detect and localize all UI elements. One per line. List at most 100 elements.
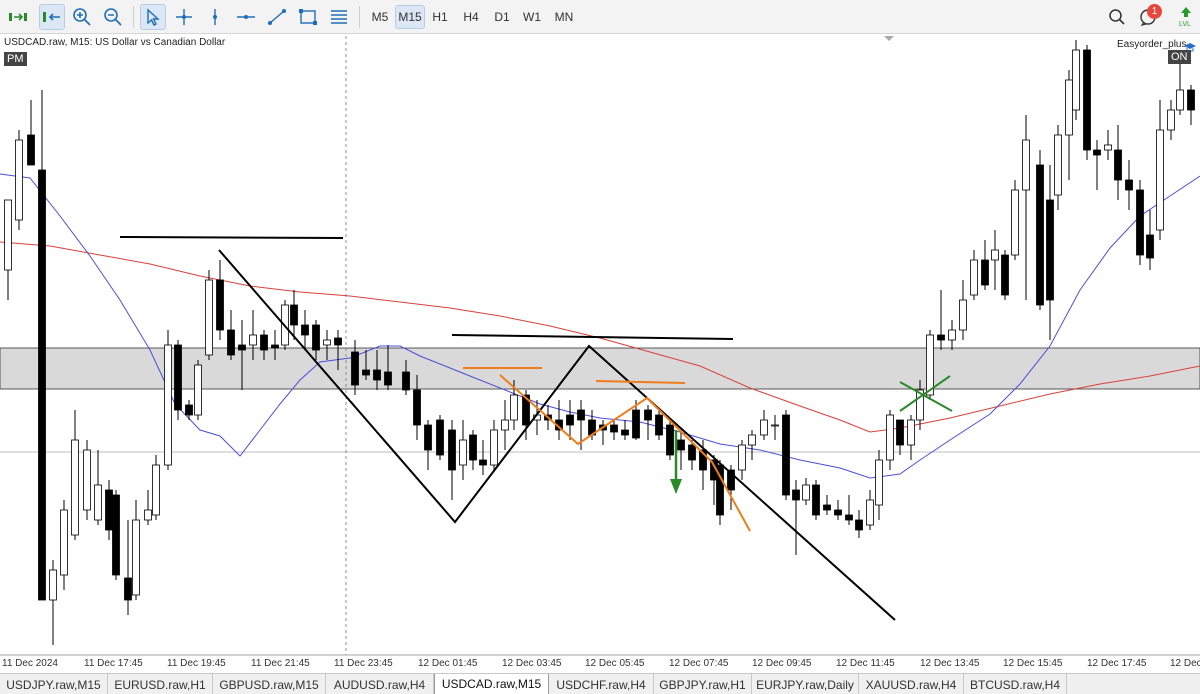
candle-body	[1104, 144, 1112, 151]
candle-body	[510, 394, 518, 421]
chart-tabs: USDJPY.raw,M15 EURUSD.raw,H1 GBPUSD.raw,…	[0, 673, 1200, 694]
zoom-in-icon[interactable]	[69, 4, 95, 30]
crosshair-icon[interactable]	[171, 4, 197, 30]
candle-body	[479, 459, 487, 466]
candle-body	[1167, 109, 1175, 131]
candle-body	[970, 259, 978, 296]
horizontal-line-icon[interactable]	[233, 4, 259, 30]
x-label: 12 Dec 05:45	[585, 658, 645, 669]
timeframe-w1[interactable]: W1	[518, 5, 546, 29]
x-label: 12 Dec 07:45	[669, 658, 729, 669]
tab-audusd[interactable]: AUDUSD.raw,H4	[326, 674, 434, 694]
timeframe-h1[interactable]: H1	[427, 5, 453, 29]
candle-body	[812, 484, 820, 516]
candle-body	[112, 494, 120, 576]
ea-status-label[interactable]: ON	[1168, 50, 1191, 64]
candle-body	[194, 364, 202, 416]
signal-level-icon[interactable]: LVL	[1173, 4, 1199, 30]
tab-gbpusd[interactable]: GBPUSD.raw,M15	[213, 674, 326, 694]
timeframe-h4[interactable]: H4	[457, 5, 485, 29]
candle-body	[1176, 89, 1184, 111]
candle-body	[185, 404, 193, 416]
x-label: 12 Dec 17:45	[1087, 658, 1147, 669]
candle-body	[60, 509, 68, 576]
candle-body	[875, 459, 883, 506]
candle-body	[351, 351, 359, 386]
candle-body	[991, 249, 999, 261]
candle-body	[855, 519, 863, 531]
x-label: 12 Dec 15:45	[1003, 658, 1063, 669]
ma-fast-line	[0, 173, 1200, 479]
candle-body	[334, 337, 342, 346]
resistance-line-left	[119, 236, 344, 239]
candle-body	[886, 414, 894, 461]
timeframe-mn[interactable]: MN	[549, 5, 579, 29]
candles-group	[4, 40, 1195, 645]
candle-body	[490, 429, 498, 466]
chart-shift-icon[interactable]	[39, 4, 65, 30]
candle-body	[71, 439, 79, 536]
candle-body	[1125, 179, 1133, 191]
tab-eurusd[interactable]: EURUSD.raw,H1	[108, 674, 213, 694]
candle-body	[424, 424, 432, 451]
svg-text:LVL: LVL	[1179, 21, 1191, 28]
candle-body	[610, 424, 618, 433]
timeframe-m5[interactable]: M5	[366, 5, 394, 29]
x-label: 12 Dec 11:45	[836, 658, 895, 669]
candle-body	[845, 514, 853, 521]
tab-eurjpy[interactable]: EURJPY.raw,Daily	[752, 674, 859, 694]
candle-body	[124, 577, 132, 601]
candle-body	[1011, 189, 1019, 256]
candle-body	[621, 429, 629, 436]
candle-body	[760, 419, 768, 436]
candle-body	[15, 139, 23, 221]
candle-body	[632, 409, 640, 439]
cursor-icon[interactable]	[140, 4, 166, 30]
candle-body	[738, 444, 746, 471]
tab-xauusd[interactable]: XAUUSD.raw,H4	[859, 674, 964, 694]
candle-body	[4, 199, 12, 271]
candle-body	[384, 371, 392, 386]
x-label: 11 Dec 17:45	[84, 658, 143, 669]
trendline-icon[interactable]	[264, 4, 290, 30]
chart-area[interactable]	[0, 34, 1200, 673]
candle-body	[771, 424, 779, 427]
candle-body	[436, 419, 444, 456]
timeframe-m15[interactable]: M15	[395, 5, 425, 29]
candle-body	[937, 334, 945, 341]
tab-usdchf[interactable]: USDCHF.raw,H4	[549, 674, 654, 694]
candle-body	[27, 134, 35, 166]
tab-usdjpy[interactable]: USDJPY.raw,M15	[0, 674, 108, 694]
candle-body	[644, 409, 652, 421]
tab-gbpjpy[interactable]: GBPJPY.raw,H1	[654, 674, 752, 694]
x-label: 12 Dec 03:45	[502, 658, 562, 669]
vertical-line-icon[interactable]	[202, 4, 228, 30]
search-icon[interactable]	[1104, 4, 1130, 30]
candle-body	[152, 464, 160, 516]
x-label: 11 Dec 2024	[2, 658, 58, 669]
resistance-line-mid	[451, 334, 734, 340]
candle-body	[896, 419, 904, 446]
fibonacci-icon[interactable]	[326, 4, 352, 30]
rectangle-icon[interactable]	[295, 4, 321, 30]
x-label: 11 Dec 23:45	[334, 658, 393, 669]
candle-body	[823, 504, 831, 511]
autoscroll-icon[interactable]	[5, 4, 31, 30]
tab-btcusd[interactable]: BTCUSD.raw,H4	[964, 674, 1067, 694]
candle-body	[216, 279, 224, 331]
candle-body	[290, 304, 298, 326]
candle-body	[501, 419, 509, 431]
x-label: 12 Dec 13:45	[920, 658, 980, 669]
candle-body	[688, 444, 696, 461]
candle-body	[227, 329, 235, 356]
candle-body	[1136, 189, 1144, 256]
candle-body	[323, 339, 331, 346]
candle-body	[144, 509, 152, 521]
candle-body	[164, 344, 172, 466]
zoom-out-icon[interactable]	[100, 4, 126, 30]
w-pattern-lines	[218, 249, 896, 621]
candle-body	[1114, 149, 1122, 181]
candle-body	[981, 259, 989, 286]
tab-usdcad[interactable]: USDCAD.raw,M15	[434, 674, 549, 694]
timeframe-d1[interactable]: D1	[488, 5, 516, 29]
